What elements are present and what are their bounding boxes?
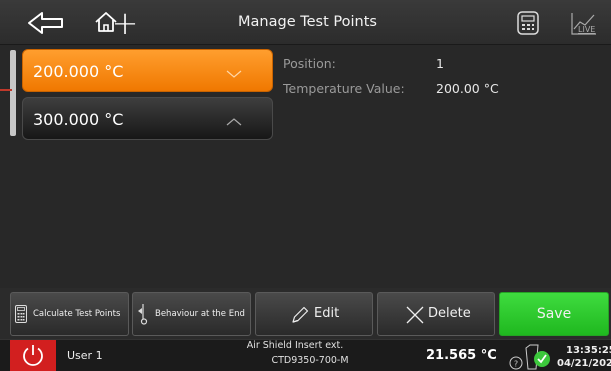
behaviour-at-end-button[interactable]: Behaviour at the End — [132, 292, 251, 336]
power-icon — [23, 345, 43, 366]
live-label: LIVE — [578, 25, 596, 34]
power-button[interactable] — [10, 340, 56, 371]
position-value: 1 — [436, 56, 444, 71]
test-point-item-2[interactable]: 300.000 °C — [22, 97, 273, 140]
calculate-test-points-button[interactable]: Calculate Test Points — [10, 292, 129, 336]
test-point-item-1[interactable]: 200.000 °C — [22, 49, 273, 92]
delete-button[interactable]: Delete — [377, 292, 495, 336]
chevron-up-icon — [226, 118, 242, 126]
pencil-icon — [292, 306, 309, 323]
delete-label: Delete — [428, 306, 471, 321]
temperature-label: Temperature Value: — [283, 81, 405, 96]
save-label: Save — [536, 306, 572, 322]
live-chart-button[interactable]: LIVE — [570, 11, 598, 37]
user-name[interactable]: User 1 — [67, 349, 103, 362]
calculate-label: Calculate Test Points — [33, 309, 121, 319]
svg-text:?: ? — [514, 360, 518, 369]
add-test-point-button[interactable]: + — [0, 0, 252, 46]
test-point-label: 200.000 °C — [33, 62, 124, 81]
edit-button[interactable]: Edit — [255, 292, 373, 336]
save-button[interactable]: Save — [499, 292, 609, 336]
calculator-icon — [15, 305, 27, 323]
close-icon — [406, 306, 424, 324]
device-name: Air Shield Insert ext. — [246, 340, 344, 351]
calculator-icon[interactable] — [517, 11, 539, 35]
device-status-icon[interactable]: ? — [508, 342, 554, 371]
device-model: CTD9350-700-M — [271, 355, 349, 366]
test-point-label: 300.000 °C — [33, 110, 124, 129]
chevron-down-icon — [226, 70, 242, 78]
current-temperature: 21.565 °C — [426, 348, 497, 363]
behaviour-label: Behaviour at the End — [155, 309, 245, 319]
position-label: Position: — [283, 56, 336, 71]
edit-label: Edit — [314, 306, 340, 321]
behaviour-end-icon — [138, 304, 148, 325]
clock-date: 04/21/2022 — [557, 358, 611, 369]
plus-icon: + — [111, 4, 139, 42]
side-marker — [0, 89, 12, 91]
clock-time: 13:35:25 — [566, 345, 611, 356]
scroll-indicator[interactable] — [10, 50, 16, 136]
temperature-value: 200.00 °C — [436, 81, 499, 96]
